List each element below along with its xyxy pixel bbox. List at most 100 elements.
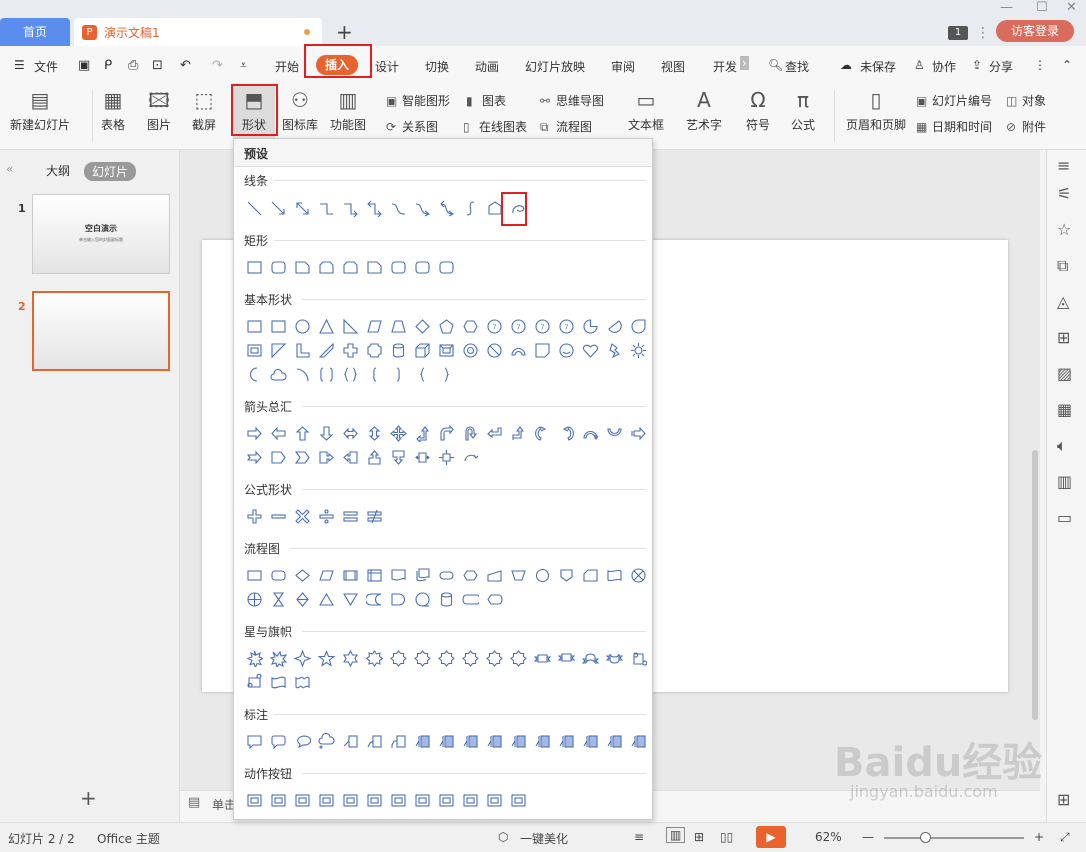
shape-fterm-icon[interactable] (434, 564, 458, 586)
shape-fsort-icon[interactable] (290, 588, 314, 610)
icon-library-button[interactable]: ⚇ 图标库 (282, 88, 318, 133)
shape-cl4-icon[interactable] (530, 730, 554, 752)
shape-fproc-icon[interactable] (242, 564, 266, 586)
shape-elbow-icon[interactable] (314, 197, 338, 219)
shape-line-icon[interactable] (242, 197, 266, 219)
shape-fsum-icon[interactable] (626, 564, 650, 586)
shape-lbrace-icon[interactable] (410, 363, 434, 385)
tab-outline[interactable]: 大纲 (46, 162, 70, 179)
shape-abent-icon[interactable] (434, 422, 458, 444)
add-slide-button[interactable]: + (80, 786, 97, 810)
shape-frame-icon[interactable] (410, 789, 434, 811)
shape-elbowa-icon[interactable] (338, 197, 362, 219)
collapse-panel-icon[interactable]: « (6, 162, 13, 176)
shape-frame-icon[interactable] (338, 789, 362, 811)
zoom-in-icon[interactable]: + (1034, 830, 1044, 844)
undo-icon[interactable]: ↶ (180, 58, 191, 73)
shape-sn-icon[interactable] (434, 647, 458, 669)
shape-cl4-icon[interactable] (410, 730, 434, 752)
shape-frame-icon[interactable] (242, 339, 266, 361)
shape-sun-icon[interactable] (626, 339, 650, 361)
shape-fold-icon[interactable] (530, 339, 554, 361)
shape-num-icon[interactable]: 7 (482, 315, 506, 337)
image-icon[interactable]: ▨ (1057, 364, 1072, 383)
shape-darrow-icon[interactable] (290, 197, 314, 219)
smart-art-button[interactable]: ▣ 智能图形 (386, 92, 450, 109)
format-painter-icon[interactable]: ᑭ (104, 58, 112, 73)
shape-cl4-icon[interactable] (482, 730, 506, 752)
shape-cl4-icon[interactable] (626, 730, 650, 752)
shape-fdec-icon[interactable] (290, 564, 314, 586)
shape-exp2-icon[interactable] (266, 647, 290, 669)
shape-wave-icon[interactable] (266, 671, 290, 693)
shape-pent-icon[interactable] (434, 315, 458, 337)
shape-frame-icon[interactable] (314, 789, 338, 811)
shape-apent-icon[interactable] (266, 446, 290, 468)
unsaved-status[interactable]: 未保存 (860, 58, 896, 75)
shape-minus-icon[interactable] (266, 505, 290, 527)
archive-icon[interactable]: ▭ (1057, 508, 1072, 527)
reading-view-icon[interactable]: ▯▯ (720, 830, 733, 844)
wordart-button[interactable]: A 艺术字 (686, 88, 722, 133)
shape-frame-icon[interactable] (266, 789, 290, 811)
tab-slides[interactable]: 幻灯片 (84, 162, 137, 181)
shape-tri-icon[interactable] (314, 315, 338, 337)
shape-fint-icon[interactable] (362, 564, 386, 586)
shape-acallq-icon[interactable] (434, 446, 458, 468)
shape-frame-icon[interactable] (362, 789, 386, 811)
shape-fdelay-icon[interactable] (386, 588, 410, 610)
formula-button[interactable]: π 公式 (791, 88, 815, 133)
shape-arc-icon[interactable] (506, 339, 530, 361)
picture-button[interactable]: 🖾 图片 (147, 88, 171, 133)
shape-alur-icon[interactable] (410, 422, 434, 444)
shape-acd-icon[interactable] (602, 422, 626, 444)
animation-star-icon[interactable]: ☆ (1057, 220, 1071, 239)
shape-trap-icon[interactable] (386, 315, 410, 337)
design-icon[interactable]: ◬ (1057, 292, 1069, 311)
vertical-scrollbar[interactable] (1032, 450, 1038, 720)
shape-chord-icon[interactable] (602, 315, 626, 337)
new-slide-button[interactable]: ▤ 新建幻灯片 (10, 88, 70, 133)
print-icon[interactable]: ⎙ (128, 58, 138, 73)
shape-fstor-icon[interactable] (362, 588, 386, 610)
shape-cloud-icon[interactable] (266, 363, 290, 385)
shape-falt-icon[interactable] (266, 564, 290, 586)
shape-fcard-icon[interactable] (578, 564, 602, 586)
shape-cl1-icon[interactable] (338, 730, 362, 752)
shape-acirc-icon[interactable] (458, 446, 482, 468)
shape-arrow-icon[interactable] (266, 197, 290, 219)
shape-rrect-icon[interactable] (386, 256, 410, 278)
theme-name[interactable]: Office 主题 (97, 830, 160, 847)
shape-eq-icon[interactable] (338, 505, 362, 527)
shape-div-icon[interactable] (314, 505, 338, 527)
symbol-button[interactable]: Ω 符号 (746, 88, 770, 133)
shape-scrollh-icon[interactable] (242, 671, 266, 693)
shape-sn-icon[interactable] (410, 647, 434, 669)
menu-search[interactable]: 查找 (785, 58, 809, 75)
shape-circle-icon[interactable] (290, 315, 314, 337)
shape-cube-icon[interactable] (410, 339, 434, 361)
beautify-button[interactable]: 一键美化 (520, 830, 568, 847)
shape-auturn-icon[interactable] (458, 422, 482, 444)
shape-half-icon[interactable] (266, 339, 290, 361)
tab-home[interactable]: 首页 (0, 18, 70, 46)
shape-diag-icon[interactable] (314, 339, 338, 361)
shape-rect-icon[interactable] (266, 315, 290, 337)
table-side-icon[interactable]: ▦ (1057, 400, 1072, 419)
textbox-button[interactable]: ▭ 文本框 (628, 88, 664, 133)
shape-sn-icon[interactable] (458, 647, 482, 669)
shape-rrect-icon[interactable] (410, 256, 434, 278)
shape-frame-icon[interactable] (434, 789, 458, 811)
more-icon[interactable]: ⋮ (1034, 58, 1046, 72)
shape-dwave-icon[interactable] (290, 671, 314, 693)
shape-sn-icon[interactable] (386, 647, 410, 669)
shape-acalll-icon[interactable] (338, 446, 362, 468)
apps-grid-icon[interactable]: ⊞ (1057, 328, 1070, 347)
shape-fpre-icon[interactable] (338, 564, 362, 586)
shape-snip-icon[interactable] (362, 256, 386, 278)
shape-ribbonc-icon[interactable] (578, 647, 602, 669)
shape-for-icon[interactable] (242, 588, 266, 610)
shape-aquad-icon[interactable] (386, 422, 410, 444)
shape-fmop-icon[interactable] (506, 564, 530, 586)
collapse-icon[interactable]: ⌃ (1062, 58, 1072, 72)
